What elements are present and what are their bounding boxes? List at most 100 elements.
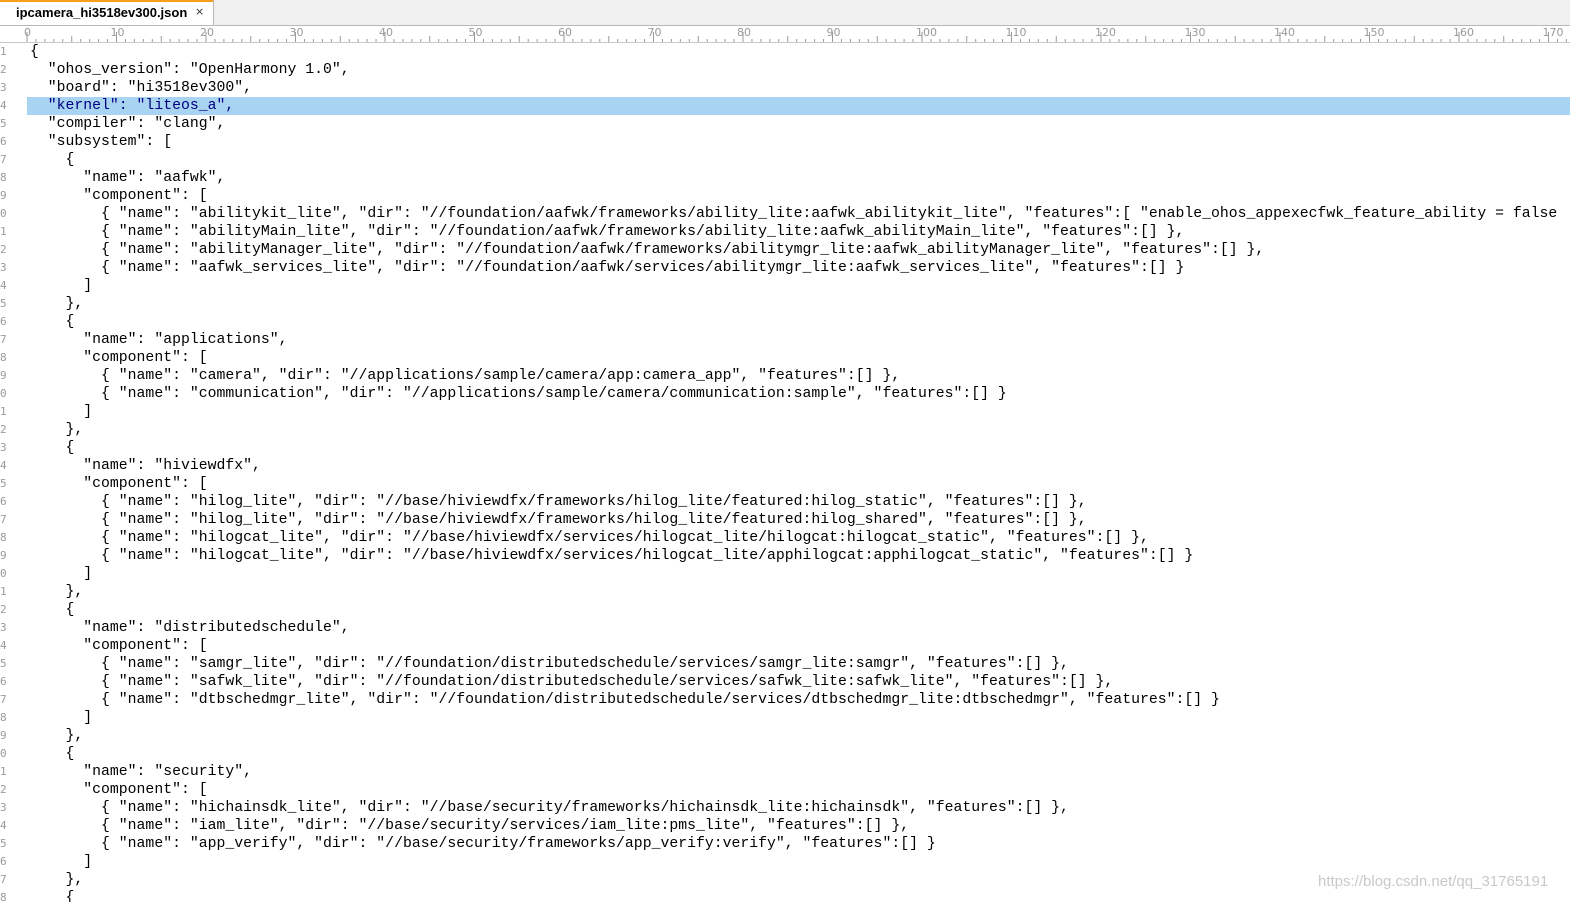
line-number: 1: [0, 405, 7, 418]
line-number: 2: [0, 423, 7, 436]
line-number: 5: [0, 477, 7, 490]
editor-area[interactable]: 1 2 3 4 5 6 7 8 9 0 1 2 3 4 5 6 7 8 9 0 1 2 3 4 5 6 7 8 9 0 1 2 3 4 5 6 7 8 9 0…: [0, 43, 1570, 902]
line-number: 6: [0, 135, 7, 148]
line-number: 9: [0, 729, 7, 742]
code-line[interactable]: { "name": "abilityMain_lite", "dir": "//…: [27, 223, 1570, 241]
line-number: 2: [0, 783, 7, 796]
code-line-text: { "name": "camera", "dir": "//applicatio…: [30, 368, 901, 384]
line-number: 4: [0, 639, 7, 652]
code-line[interactable]: { "name": "abilityManager_lite", "dir": …: [27, 241, 1570, 259]
code-line-text: "board": "hi3518ev300",: [30, 80, 252, 96]
code-line-text: },: [30, 872, 84, 888]
file-tab-title[interactable]: ipcamera_hi3518ev300.json: [16, 5, 187, 20]
line-number: 3: [0, 81, 7, 94]
line-number: 4: [0, 819, 7, 832]
code-line-text: { "name": "hilogcat_lite", "dir": "//bas…: [30, 530, 1149, 546]
code-line-text: "compiler": "clang",: [30, 116, 226, 132]
line-number: 6: [0, 675, 7, 688]
code-line[interactable]: {: [27, 889, 1570, 902]
active-tab-indicator: [0, 0, 213, 2]
code-line[interactable]: { "name": "samgr_lite", "dir": "//founda…: [27, 655, 1570, 673]
code-line-text: "name": "aafwk",: [30, 170, 226, 186]
code-line-text: {: [30, 440, 75, 456]
code-line-text: "name": "distributedschedule",: [30, 620, 350, 636]
code-line[interactable]: { "name": "camera", "dir": "//applicatio…: [27, 367, 1570, 385]
code-line[interactable]: "component": [: [27, 637, 1570, 655]
code-line[interactable]: {: [27, 439, 1570, 457]
code-line[interactable]: {: [27, 43, 1570, 61]
code-line-text: },: [30, 296, 84, 312]
code-line[interactable]: { "name": "hilogcat_lite", "dir": "//bas…: [27, 547, 1570, 565]
highlighted-code-line[interactable]: "kernel": "liteos_a",: [27, 97, 1570, 115]
code-line[interactable]: { "name": "iam_lite", "dir": "//base/sec…: [27, 817, 1570, 835]
code-line[interactable]: "name": "security",: [27, 763, 1570, 781]
code-line[interactable]: { "name": "dtbschedmgr_lite", "dir": "//…: [27, 691, 1570, 709]
code-line[interactable]: "name": "aafwk",: [27, 169, 1570, 187]
line-number: 1: [0, 585, 7, 598]
code-line[interactable]: "component": [: [27, 781, 1570, 799]
code-line[interactable]: "ohos_version": "OpenHarmony 1.0",: [27, 61, 1570, 79]
code-line[interactable]: {: [27, 745, 1570, 763]
line-number: 8: [0, 171, 7, 184]
code-line[interactable]: { "name": "safwk_lite", "dir": "//founda…: [27, 673, 1570, 691]
code-line[interactable]: "name": "hiviewdfx",: [27, 457, 1570, 475]
code-line[interactable]: "board": "hi3518ev300",: [27, 79, 1570, 97]
code-line-text: { "name": "aafwk_services_lite", "dir": …: [30, 260, 1185, 276]
line-number: 8: [0, 351, 7, 364]
line-number: 7: [0, 873, 7, 886]
line-number: 9: [0, 369, 7, 382]
code-line[interactable]: { "name": "hichainsdk_lite", "dir": "//b…: [27, 799, 1570, 817]
code-line[interactable]: { "name": "app_verify", "dir": "//base/s…: [27, 835, 1570, 853]
line-number: 3: [0, 441, 7, 454]
code-line[interactable]: "name": "distributedschedule",: [27, 619, 1570, 637]
ruler-label: 60: [558, 26, 572, 39]
code-line[interactable]: {: [27, 601, 1570, 619]
code-line[interactable]: },: [27, 295, 1570, 313]
code-line-text: { "name": "iam_lite", "dir": "//base/sec…: [30, 818, 910, 834]
ruler-label: 0: [24, 26, 31, 39]
line-number: 5: [0, 297, 7, 310]
code-line[interactable]: { "name": "hilogcat_lite", "dir": "//bas…: [27, 529, 1570, 547]
code-line-text: {: [30, 314, 75, 330]
code-line[interactable]: { "name": "hilog_lite", "dir": "//base/h…: [27, 511, 1570, 529]
code-line[interactable]: ]: [27, 403, 1570, 421]
close-icon[interactable]: ×: [195, 5, 204, 19]
code-line[interactable]: { "name": "communication", "dir": "//app…: [27, 385, 1570, 403]
code-line[interactable]: "component": [: [27, 349, 1570, 367]
code-line[interactable]: "subsystem": [: [27, 133, 1570, 151]
code-line-text: },: [30, 422, 84, 438]
code-view[interactable]: { "ohos_version": "OpenHarmony 1.0", "bo…: [27, 43, 1570, 902]
line-number: 4: [0, 459, 7, 472]
code-line[interactable]: {: [27, 313, 1570, 331]
line-number: 2: [0, 603, 7, 616]
file-tab[interactable]: ipcamera_hi3518ev300.json ×: [0, 0, 214, 25]
code-line[interactable]: { "name": "abilitykit_lite", "dir": "//f…: [27, 205, 1570, 223]
ruler-label: 100: [916, 26, 937, 39]
code-line[interactable]: "compiler": "clang",: [27, 115, 1570, 133]
code-line[interactable]: },: [27, 421, 1570, 439]
line-number: 4: [0, 279, 7, 292]
line-number: 7: [0, 333, 7, 346]
ruler-label: 140: [1274, 26, 1295, 39]
code-line-text: "component": [: [30, 476, 208, 492]
code-line[interactable]: ]: [27, 277, 1570, 295]
code-line[interactable]: ]: [27, 565, 1570, 583]
code-line[interactable]: "component": [: [27, 187, 1570, 205]
code-line[interactable]: "component": [: [27, 475, 1570, 493]
code-line[interactable]: ]: [27, 853, 1570, 871]
code-line[interactable]: },: [27, 583, 1570, 601]
code-line[interactable]: "name": "applications",: [27, 331, 1570, 349]
code-line-text: ]: [30, 710, 93, 726]
code-line[interactable]: { "name": "hilog_lite", "dir": "//base/h…: [27, 493, 1570, 511]
watermark: https://blog.csdn.net/qq_31765191: [1318, 873, 1549, 890]
code-line-text: {: [30, 602, 75, 618]
code-line[interactable]: { "name": "aafwk_services_lite", "dir": …: [27, 259, 1570, 277]
line-number: 3: [0, 801, 7, 814]
ruler-label: 110: [1006, 26, 1027, 39]
code-line-text: { "name": "samgr_lite", "dir": "//founda…: [30, 656, 1069, 672]
code-line[interactable]: },: [27, 727, 1570, 745]
code-line-text: "component": [: [30, 782, 208, 798]
ruler-label: 20: [200, 26, 214, 39]
code-line[interactable]: ]: [27, 709, 1570, 727]
code-line[interactable]: {: [27, 151, 1570, 169]
